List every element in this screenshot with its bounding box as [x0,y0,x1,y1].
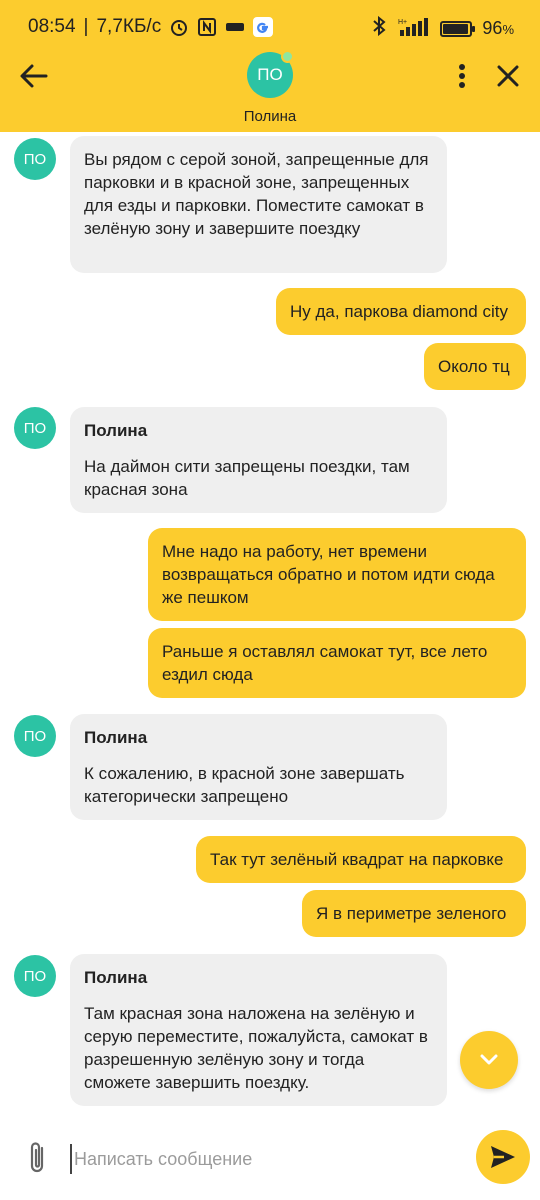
message-text: Вы рядом с серой зоной, запрещенные для … [84,150,429,238]
contact-avatar-initials: ПО [257,65,283,84]
paperclip-icon [30,1142,44,1173]
message-text: Я в периметре зеленого [316,904,507,923]
outgoing-message[interactable]: Раньше я оставлял самокат тут, все лето … [148,628,526,698]
outgoing-message[interactable]: Около тц [424,343,526,390]
scroll-to-bottom-button[interactable] [460,1031,518,1089]
alarm-icon [169,17,189,37]
message-input[interactable] [70,1144,450,1174]
outgoing-message[interactable]: Я в периметре зеленого [302,890,526,937]
battery-percent: 96% [482,18,514,38]
outgoing-message[interactable]: Мне надо на работу, нет времени возвраща… [148,528,526,621]
status-time: 08:54 [28,16,76,37]
message-text: Там красная зона наложена на зелёную и с… [84,1004,428,1092]
message-text: Ну да, паркова diamond city [290,302,508,321]
message-text: Мне надо на работу, нет времени возвраща… [162,542,495,607]
contact-name: Полина [243,108,297,125]
close-button[interactable] [494,62,522,90]
message-text: К сожалению, в красной зоне завершать ка… [84,764,405,806]
status-right: H+ 96% [372,15,514,41]
online-status-dot [281,50,294,63]
message-text: Около тц [438,357,510,376]
signal-icon: H+ [396,16,430,41]
contact-avatar[interactable]: ПО [247,50,294,98]
battery-icon [440,20,476,37]
message-sender: Полина [84,421,148,440]
send-button[interactable] [476,1130,530,1184]
incoming-message[interactable]: Полина Там красная зона наложена на зелё… [70,954,447,1106]
sender-avatar: ПО [14,715,56,757]
sender-avatar: ПО [14,407,56,449]
incoming-message[interactable]: Полина К сожалению, в красной зоне завер… [70,714,447,820]
message-text: На даймон сити запрещены поездки, там кр… [84,457,410,499]
google-icon [253,17,274,37]
svg-text:H+: H+ [398,19,407,26]
network-speed: 7,7КБ/с [96,16,162,37]
battery-fill [443,23,469,34]
chat-header: ПО Полина [0,50,540,132]
operator-icon [225,17,245,37]
chevron-down-icon [480,1054,498,1065]
sender-avatar: ПО [14,138,56,180]
send-icon [491,1146,515,1168]
message-sender: Полина [84,728,148,747]
bluetooth-icon [372,15,386,41]
more-options-button[interactable] [452,62,472,90]
more-vertical-icon [459,64,465,88]
close-icon [497,65,519,87]
back-button[interactable] [18,60,50,92]
incoming-message[interactable]: Полина На даймон сити запрещены поездки,… [70,407,447,513]
outgoing-message[interactable]: Ну да, паркова diamond city [276,288,526,335]
status-divider: | [83,16,89,37]
outgoing-message[interactable]: Так тут зелёный квадрат на парковке [196,836,526,883]
message-text: Раньше я оставлял самокат тут, все лето … [162,642,488,684]
back-arrow-icon [20,64,48,88]
nfc-icon [197,17,217,37]
sender-avatar: ПО [14,955,56,997]
status-bar: 08:54 | 7,7КБ/с H+ 96% [0,0,540,54]
message-sender: Полина [84,968,148,987]
message-text: Так тут зелёный квадрат на парковке [210,850,504,869]
message-composer [0,1120,540,1200]
incoming-message[interactable]: Вы рядом с серой зоной, запрещенные для … [70,136,447,273]
attach-button[interactable] [24,1138,52,1178]
status-left: 08:54 | 7,7КБ/с [28,16,274,38]
